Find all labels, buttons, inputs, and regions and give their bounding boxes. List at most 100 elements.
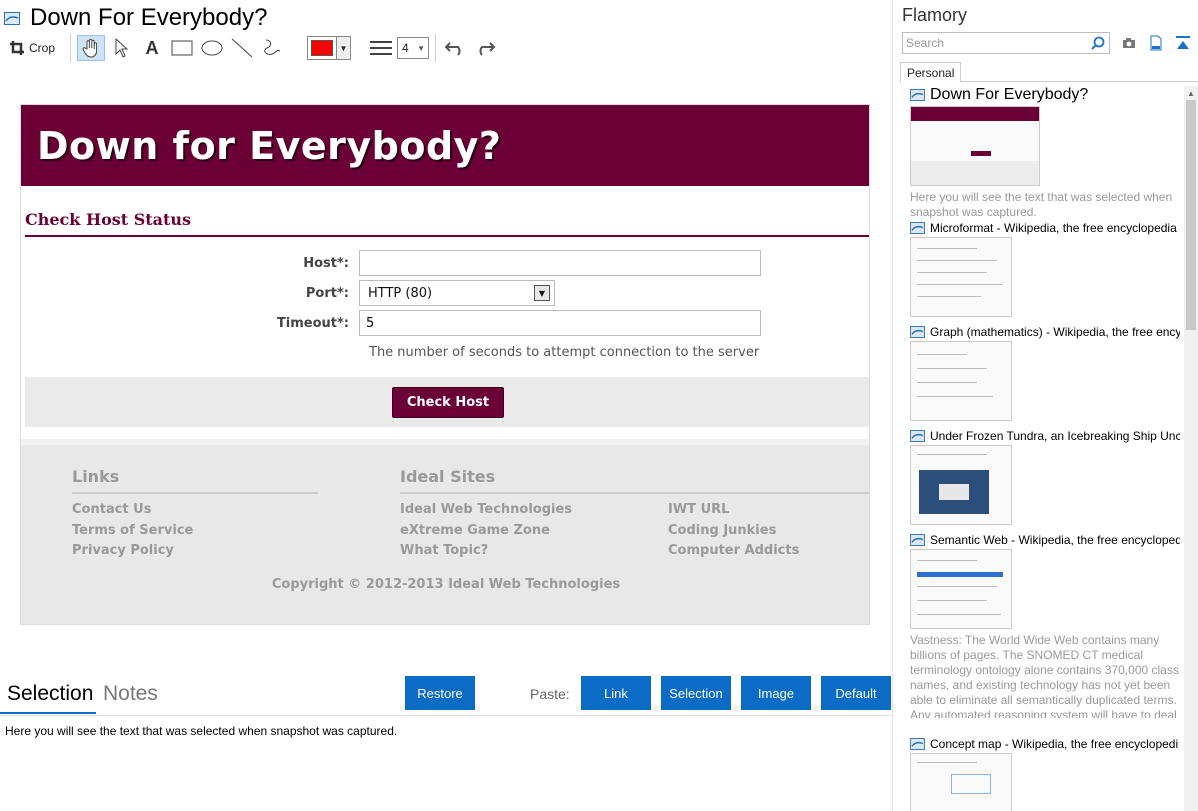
site-banner: Down for Everybody? — [21, 105, 869, 186]
chevron-down-icon: ▼ — [417, 43, 425, 53]
camera-icon — [1123, 38, 1135, 48]
list-item-title: Under Frozen Tundra, an Icebreaking Ship… — [930, 429, 1180, 443]
list-item-description: Vastness: The World Wide Web contains ma… — [910, 633, 1179, 718]
chevron-up-icon[interactable]: ▲ — [1184, 86, 1198, 100]
app-name: Flamory — [902, 5, 968, 25]
port-select[interactable]: HTTP (80) ▼ — [359, 280, 555, 306]
paste-default-button[interactable]: Default — [821, 676, 891, 710]
tab-selection[interactable]: Selection — [7, 682, 93, 706]
snapshot-thumbnail — [910, 341, 1012, 421]
chevron-down-icon: ▼ — [534, 285, 550, 301]
footer-ideal-column: Ideal Sites Ideal Web Technologies eXtre… — [400, 467, 869, 562]
freehand-tool-button[interactable] — [259, 35, 285, 61]
page-icon — [910, 326, 925, 338]
footer-ideal-heading: Ideal Sites — [400, 467, 869, 494]
select-tool-button[interactable] — [109, 35, 135, 61]
list-item[interactable]: Microformat - Wikipedia, the free encycl… — [910, 221, 1180, 317]
footer-link[interactable]: What Topic? — [400, 541, 668, 562]
check-host-button[interactable]: Check Host — [391, 386, 505, 418]
page-icon — [910, 430, 925, 442]
port-value: HTTP (80) — [368, 285, 433, 301]
list-item[interactable]: Concept map - Wikipedia, the free encycl… — [910, 737, 1180, 811]
crop-label: Crop — [28, 41, 55, 55]
line-width-value: 4 — [402, 41, 409, 55]
footer-link[interactable]: Privacy Policy — [72, 541, 318, 562]
hand-tool-button[interactable] — [77, 35, 105, 61]
host-input[interactable] — [359, 250, 761, 276]
chevron-down-icon: ▼ — [336, 37, 350, 59]
list-item-title: Graph (mathematics) - Wikipedia, the fre… — [930, 325, 1180, 339]
list-item[interactable]: Semantic Web - Wikipedia, the free encyc… — [910, 533, 1180, 718]
snapshot-thumbnail — [910, 753, 1012, 811]
undo-button[interactable] — [442, 35, 468, 61]
footer-link[interactable]: Computer Addicts — [668, 541, 799, 562]
restore-button[interactable]: Restore — [405, 676, 475, 710]
line-width-select[interactable]: 4 ▼ — [397, 37, 429, 59]
page-icon — [910, 534, 925, 546]
selected-tab-indicator — [0, 712, 96, 714]
redo-icon — [479, 42, 496, 56]
selection-text[interactable]: Here you will see the text that was sele… — [5, 724, 397, 738]
camera-button[interactable] — [1120, 34, 1138, 52]
port-label: Port*: — [305, 285, 349, 301]
undo-icon — [444, 42, 461, 56]
snapshot-list: Down For Everybody? Here you will see th… — [910, 86, 1180, 811]
snapshot-thumbnail — [910, 106, 1040, 186]
line-tool-button[interactable] — [229, 35, 255, 61]
list-item-title: Microformat - Wikipedia, the free encycl… — [930, 221, 1177, 235]
ellipse-tool-button[interactable] — [199, 35, 225, 61]
footer-link[interactable]: Contact Us — [72, 500, 318, 521]
footer-link[interactable]: eXtreme Game Zone — [400, 521, 668, 542]
document-icon — [1150, 35, 1162, 51]
list-item[interactable]: Under Frozen Tundra, an Icebreaking Ship… — [910, 429, 1180, 525]
paste-image-button[interactable]: Image — [741, 676, 811, 710]
footer-link[interactable]: Ideal Web Technologies — [400, 500, 668, 521]
list-item[interactable]: Graph (mathematics) - Wikipedia, the fre… — [910, 325, 1180, 421]
redo-button[interactable] — [472, 35, 498, 61]
snapshot-title: Down For Everybody? — [30, 4, 268, 31]
toolbar-divider — [70, 34, 71, 62]
tab-personal[interactable]: Personal — [900, 62, 962, 82]
flamory-sidebar: Flamory Search Personal Down For Everybo… — [892, 0, 1198, 811]
snapshot-title-row: Down For Everybody? — [4, 4, 267, 32]
search-input[interactable]: Search — [902, 32, 1110, 54]
pen-color-picker[interactable]: ▼ — [307, 36, 351, 60]
line-icon — [231, 38, 253, 58]
paste-link-button[interactable]: Link — [581, 676, 651, 710]
tab-divider — [960, 81, 1198, 82]
paste-selection-button[interactable]: Selection — [661, 676, 731, 710]
site-footer: Links Contact Us Terms of Service Privac… — [21, 439, 869, 624]
section-title: Check Host Status — [25, 210, 869, 237]
scrollbar-thumb[interactable] — [1186, 100, 1196, 330]
pointer-icon — [115, 38, 129, 58]
footer-links-column: Links Contact Us Terms of Service Privac… — [72, 467, 318, 562]
list-item-description: Here you will see the text that was sele… — [910, 190, 1173, 219]
footer-link[interactable]: IWT URL — [668, 500, 799, 521]
footer-link[interactable]: Coding Junkies — [668, 521, 799, 542]
footer-link[interactable]: Terms of Service — [72, 521, 318, 542]
sidebar-scrollbar[interactable]: ▲ — [1184, 86, 1198, 811]
main-area: Down For Everybody? Crop A ▼ 4 ▼ Down fo… — [0, 0, 892, 811]
collapse-button[interactable] — [1174, 34, 1192, 52]
host-row: Host*: — [21, 250, 869, 276]
snapshot-thumbnail — [910, 445, 1012, 525]
list-item-title: Down For Everybody? — [930, 86, 1089, 103]
page-icon — [910, 738, 925, 750]
search-placeholder: Search — [906, 36, 945, 50]
rectangle-tool-button[interactable] — [169, 35, 195, 61]
crop-icon — [9, 41, 24, 55]
tab-notes[interactable]: Notes — [103, 682, 158, 706]
footer-copyright: Copyright © 2012-2013 Ideal Web Technolo… — [271, 577, 621, 592]
freehand-icon — [264, 39, 281, 55]
site-banner-title: Down for Everybody? — [37, 123, 502, 168]
collapse-up-icon — [1176, 36, 1190, 49]
list-item[interactable]: Down For Everybody? Here you will see th… — [910, 86, 1180, 220]
crop-button[interactable]: Crop — [4, 35, 60, 61]
text-tool-button[interactable]: A — [139, 35, 165, 61]
page-icon — [910, 89, 925, 101]
document-button[interactable] — [1147, 34, 1165, 52]
hand-icon — [82, 38, 98, 58]
timeout-input[interactable] — [359, 310, 761, 336]
page-icon — [910, 222, 925, 234]
list-item-title: Semantic Web - Wikipedia, the free encyc… — [930, 533, 1180, 547]
